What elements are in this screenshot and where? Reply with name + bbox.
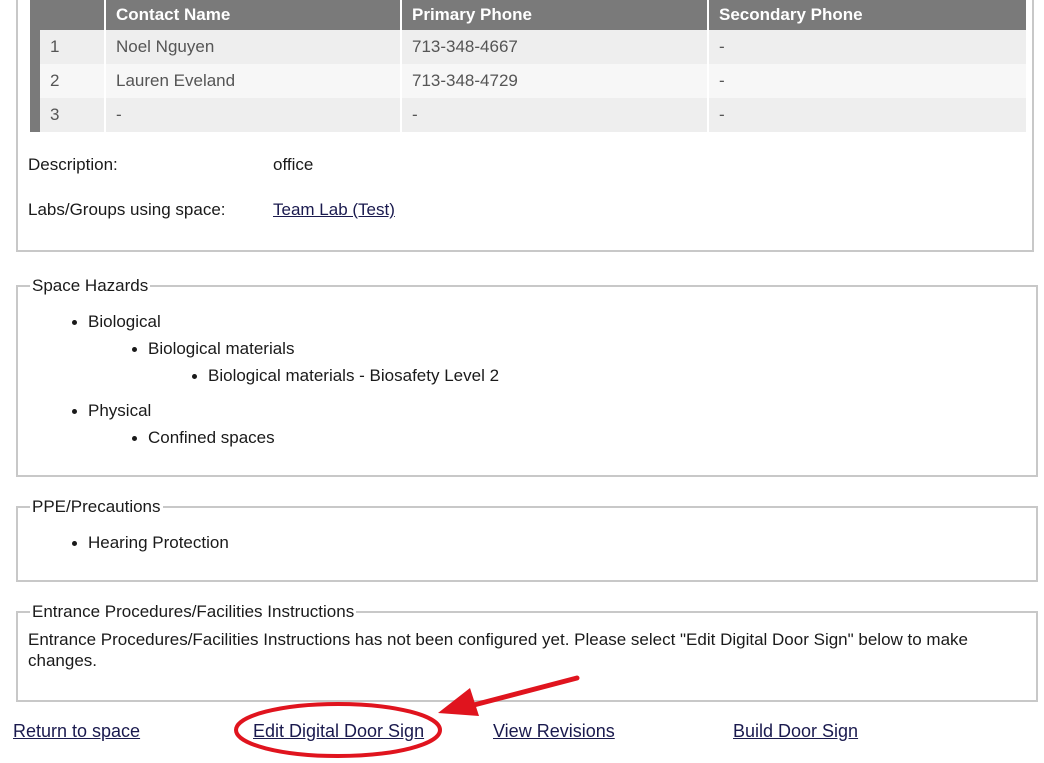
- contact-name-cell: Lauren Eveland: [105, 64, 402, 98]
- entrance-procedures-legend: Entrance Procedures/Facilities Instructi…: [30, 601, 357, 623]
- contacts-table: Contact Name Primary Phone Secondary Pho…: [30, 0, 1026, 132]
- space-hazards-section: Space Hazards Biological Biological mate…: [16, 275, 1038, 477]
- labs-groups-label: Labs/Groups using space:: [28, 200, 226, 219]
- hazards-list: Biological Biological materials Biologic…: [71, 308, 500, 451]
- list-item: Biological materials Biological material…: [131, 335, 500, 389]
- ppe-item: Hearing Protection: [88, 533, 229, 552]
- secondary-phone-column-header: Secondary Phone: [708, 0, 1026, 30]
- hazard-category: Physical: [88, 401, 152, 420]
- secondary-phone-cell: -: [708, 64, 1026, 98]
- contact-name-column-header: Contact Name: [105, 0, 402, 30]
- list-item: Biological materials - Biosafety Level 2: [191, 362, 500, 389]
- table-row: 1 Noel Nguyen 713-348-4667 -: [30, 30, 1026, 64]
- hazard-sublist: Biological materials Biological material…: [131, 335, 500, 389]
- secondary-phone-cell: -: [708, 30, 1026, 64]
- primary-phone-cell: -: [401, 98, 709, 132]
- return-to-space-link[interactable]: Return to space: [13, 720, 140, 742]
- hazard-subcategory: Biological materials: [148, 339, 295, 358]
- table-header-row: Contact Name Primary Phone Secondary Pho…: [30, 0, 1026, 30]
- list-item: Physical Confined spaces: [71, 397, 499, 451]
- table-row: 3 - - -: [30, 98, 1026, 132]
- edit-digital-door-sign-link[interactable]: Edit Digital Door Sign: [253, 720, 424, 742]
- primary-phone-column-header: Primary Phone: [401, 0, 709, 30]
- list-item: Confined spaces: [131, 424, 499, 451]
- hazard-detail: Biological materials - Biosafety Level 2: [208, 366, 500, 385]
- contact-name-cell: Noel Nguyen: [105, 30, 402, 64]
- view-revisions-link[interactable]: View Revisions: [493, 720, 615, 742]
- index-column-header: [30, 0, 106, 30]
- row-index: 1: [30, 30, 106, 64]
- description-label: Description:: [28, 155, 118, 174]
- hazard-sublist: Confined spaces: [131, 424, 499, 451]
- space-details-section: Contact Name Primary Phone Secondary Pho…: [16, 0, 1034, 252]
- row-index: 2: [30, 64, 106, 98]
- contact-name-cell: -: [105, 98, 402, 132]
- table-row: 2 Lauren Eveland 713-348-4729 -: [30, 64, 1026, 98]
- description-value: office: [273, 155, 314, 174]
- ppe-list: Hearing Protection: [72, 529, 229, 556]
- hazard-category: Biological: [88, 312, 161, 331]
- row-index: 3: [30, 98, 106, 132]
- secondary-phone-cell: -: [708, 98, 1026, 132]
- primary-phone-cell: 713-348-4729: [401, 64, 709, 98]
- door-sign-details-page: Contact Name Primary Phone Secondary Pho…: [0, 0, 1044, 763]
- list-item: Biological Biological materials Biologic…: [71, 308, 500, 389]
- build-door-sign-link[interactable]: Build Door Sign: [733, 720, 858, 742]
- entrance-procedures-text: Entrance Procedures/Facilities Instructi…: [28, 630, 968, 670]
- space-hazards-legend: Space Hazards: [30, 275, 151, 297]
- hazard-subsublist: Biological materials - Biosafety Level 2: [191, 362, 500, 389]
- team-lab-link[interactable]: Team Lab (Test): [273, 200, 395, 220]
- list-item: Hearing Protection: [72, 529, 229, 556]
- ppe-precautions-section: PPE/Precautions Hearing Protection: [16, 496, 1038, 582]
- primary-phone-cell: 713-348-4667: [401, 30, 709, 64]
- entrance-procedures-section: Entrance Procedures/Facilities Instructi…: [16, 601, 1038, 702]
- hazard-subcategory: Confined spaces: [148, 428, 275, 447]
- ppe-precautions-legend: PPE/Precautions: [30, 496, 163, 518]
